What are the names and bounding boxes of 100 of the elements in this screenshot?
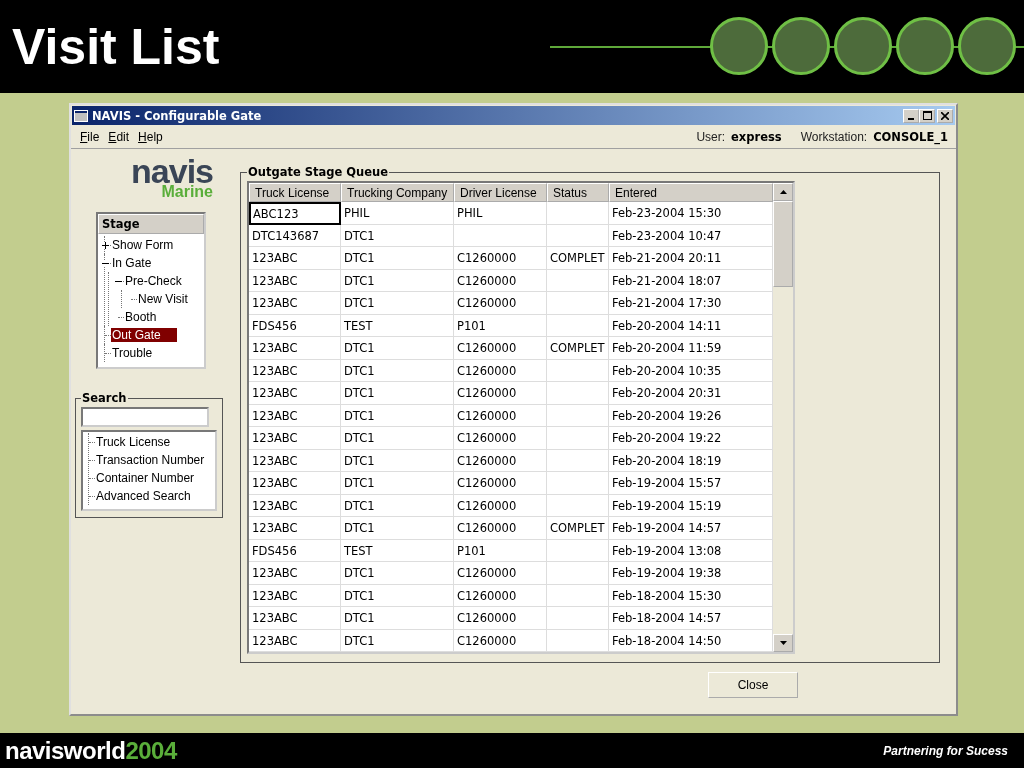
table-cell: C1260000 xyxy=(454,607,547,630)
table-cell: 123ABC xyxy=(249,449,341,472)
photo-placeholder xyxy=(896,16,954,75)
table-cell: 123ABC xyxy=(249,607,341,630)
table-cell xyxy=(547,539,609,562)
table-cell: COMPLET xyxy=(547,337,609,360)
close-icon xyxy=(941,111,949,120)
table-cell: 123ABC xyxy=(249,292,341,315)
table-cell xyxy=(547,562,609,585)
tree-item[interactable]: Show Form xyxy=(111,238,175,252)
table-cell xyxy=(547,224,609,247)
table-cell: DTC1 xyxy=(341,337,454,360)
table-cell: C1260000 xyxy=(454,359,547,382)
table-cell: C1260000 xyxy=(454,494,547,517)
tree-item[interactable]: Out Gate xyxy=(111,328,177,342)
tree-item[interactable]: Booth xyxy=(124,310,158,324)
table-cell: PHIL xyxy=(341,202,454,225)
table-cell: 123ABC xyxy=(249,562,341,585)
table-cell: 123ABC xyxy=(249,629,341,652)
table-cell: 123ABC xyxy=(249,337,341,360)
footer-logo-word: navisworld xyxy=(5,736,126,764)
table-cell: DTC1 xyxy=(341,292,454,315)
maximize-icon xyxy=(922,111,932,120)
close-button[interactable] xyxy=(937,108,953,123)
table-cell: C1260000 xyxy=(454,629,547,652)
menu-item[interactable]: Help xyxy=(138,130,163,144)
table-cell xyxy=(547,404,609,427)
table-cell xyxy=(547,607,609,630)
logo-subtitle: Marine xyxy=(161,184,213,200)
table-cell: 123ABC xyxy=(249,247,341,270)
tree-item[interactable]: Trouble xyxy=(111,346,154,360)
table-cell: C1260000 xyxy=(454,382,547,405)
table-cell: DTC1 xyxy=(341,562,454,585)
scroll-down-button[interactable] xyxy=(773,634,793,652)
column-header[interactable]: Entered xyxy=(609,183,773,202)
table-cell xyxy=(547,314,609,337)
workstation-label: Workstation: xyxy=(800,130,868,144)
table-cell xyxy=(547,359,609,382)
table-cell: DTC1 xyxy=(341,427,454,450)
table-cell: P101 xyxy=(454,314,547,337)
photo-placeholder xyxy=(958,16,1016,75)
search-option[interactable]: Container Number xyxy=(95,471,196,485)
table-cell xyxy=(547,269,609,292)
expand-icon[interactable] xyxy=(102,241,109,249)
table-cell: C1260000 xyxy=(454,247,547,270)
table-cell: C1260000 xyxy=(454,337,547,360)
maximize-button[interactable] xyxy=(919,108,935,123)
search-option[interactable]: Advanced Search xyxy=(95,489,192,503)
table-cell xyxy=(547,629,609,652)
photo-placeholder xyxy=(772,16,830,75)
minimize-button[interactable] xyxy=(903,108,919,123)
table-cell: 123ABC xyxy=(249,404,341,427)
table-cell: ABC123 xyxy=(249,202,341,225)
table-cell: COMPLET xyxy=(547,517,609,540)
table-cell: C1260000 xyxy=(454,562,547,585)
table-cell xyxy=(547,202,609,225)
user-label: User: xyxy=(696,130,726,144)
tree-item[interactable]: New Visit xyxy=(137,292,189,306)
table-cell: DTC1 xyxy=(341,449,454,472)
stage-header: Stage xyxy=(98,214,204,234)
table-cell: 123ABC xyxy=(249,517,341,540)
slide-title: Visit List xyxy=(12,17,220,76)
tree-item[interactable]: In Gate xyxy=(111,256,153,270)
minimize-icon xyxy=(908,117,914,120)
table-cell: DTC1 xyxy=(341,472,454,495)
table-cell: DTC1 xyxy=(341,224,454,247)
table-cell: 123ABC xyxy=(249,359,341,382)
search-field[interactable] xyxy=(81,407,209,427)
menu-item[interactable]: Edit xyxy=(108,130,130,144)
table-cell: DTC1 xyxy=(341,584,454,607)
table-cell: C1260000 xyxy=(454,292,547,315)
footer-logo-year: 2004 xyxy=(125,736,177,764)
search-option[interactable]: Truck License xyxy=(95,435,172,449)
table-cell: C1260000 xyxy=(454,449,547,472)
column-header[interactable]: Trucking Company xyxy=(341,183,454,202)
close-dialog-button[interactable]: Close xyxy=(708,672,798,698)
window-title: NAVIS - Configurable Gate xyxy=(92,108,262,123)
photo-placeholder xyxy=(710,16,768,75)
column-header[interactable]: Driver License xyxy=(454,183,547,202)
table-cell: C1260000 xyxy=(454,584,547,607)
scroll-up-button[interactable] xyxy=(773,183,793,201)
table-cell: 123ABC xyxy=(249,382,341,405)
table-cell: C1260000 xyxy=(454,427,547,450)
tree-item[interactable]: Pre-Check xyxy=(124,274,183,288)
table-cell xyxy=(547,427,609,450)
table-cell: C1260000 xyxy=(454,517,547,540)
column-header[interactable]: Truck License xyxy=(249,183,341,202)
table-cell: DTC1 xyxy=(341,247,454,270)
photo-placeholder xyxy=(834,16,892,75)
scrollbar-thumb[interactable] xyxy=(773,201,793,287)
table-cell: FDS456 xyxy=(249,314,341,337)
search-legend: Search xyxy=(81,391,128,405)
search-option[interactable]: Transaction Number xyxy=(95,453,206,467)
column-header[interactable]: Status xyxy=(547,183,609,202)
menu-item[interactable]: File xyxy=(80,130,100,144)
table-cell: TEST xyxy=(341,539,454,562)
table-cell: 123ABC xyxy=(249,427,341,450)
down-arrow-icon xyxy=(779,641,787,645)
table-cell xyxy=(547,449,609,472)
table-cell: 123ABC xyxy=(249,494,341,517)
